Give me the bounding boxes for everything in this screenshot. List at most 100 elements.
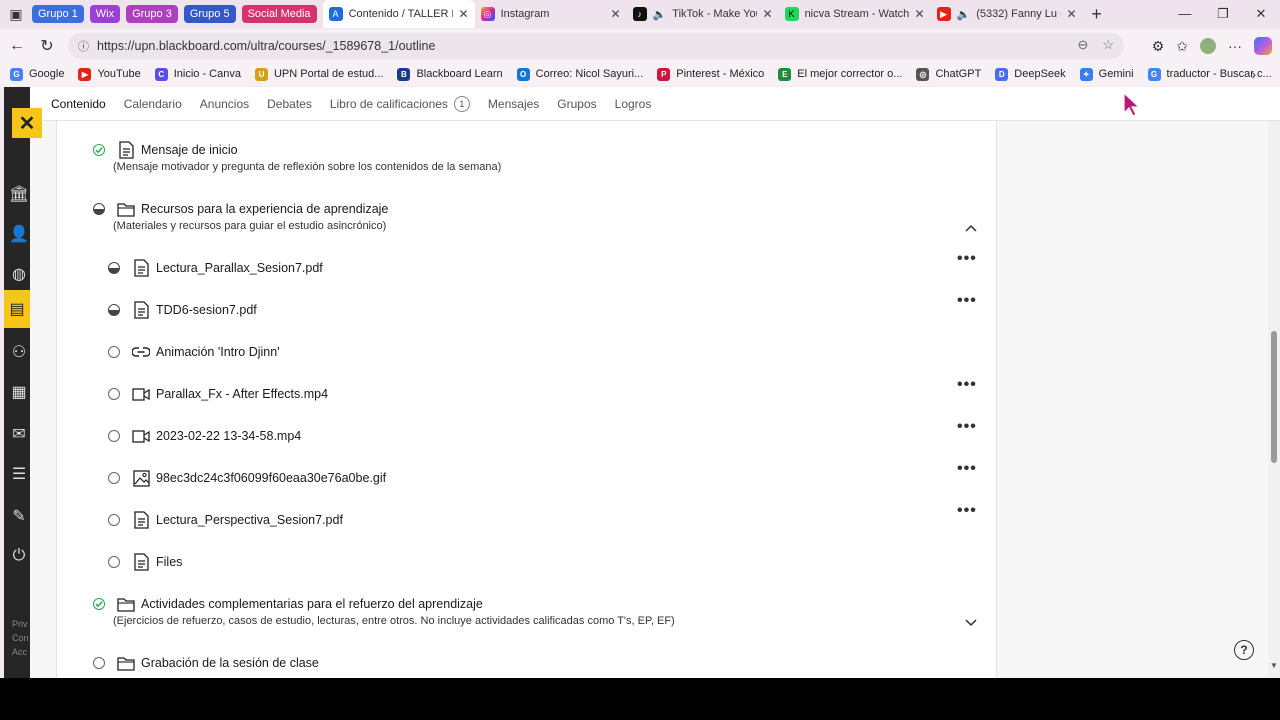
profile-avatar[interactable] xyxy=(1200,38,1216,54)
privacy-link[interactable]: Priv xyxy=(12,617,29,631)
content-item[interactable]: Files xyxy=(108,553,182,571)
close-tab-icon[interactable]: ✕ xyxy=(763,7,773,21)
item-title[interactable]: 98ec3dc24c3f06099f60eaa30e76a0be.gif xyxy=(156,471,386,485)
close-tab-icon[interactable]: ✕ xyxy=(459,7,469,21)
refresh-icon[interactable]: ↻ xyxy=(32,36,62,56)
item-title[interactable]: Animación 'Intro Djinn' xyxy=(156,345,280,359)
section-mensaje-de-inicio[interactable]: Mensaje de inicio xyxy=(93,141,238,159)
accessibility-link[interactable]: Acc xyxy=(12,645,29,659)
minimize-icon[interactable]: — xyxy=(1166,0,1204,28)
speaker-icon[interactable]: 🔈 xyxy=(653,8,667,21)
close-tab-icon[interactable]: ✕ xyxy=(611,7,621,21)
item-title[interactable]: Mensaje de inicio xyxy=(141,143,238,157)
messages-icon[interactable]: ✉ xyxy=(8,423,30,445)
content-item[interactable]: Lectura_Parallax_Sesion7.pdf xyxy=(108,259,323,277)
new-tab-button[interactable]: + xyxy=(1083,4,1111,25)
back-icon[interactable]: ← xyxy=(2,37,32,55)
tab-group-grupo-3[interactable]: Grupo 3 xyxy=(126,5,178,23)
content-item[interactable]: 2023-02-22 13-34-58.mp4 xyxy=(108,427,301,445)
address-bar[interactable]: ⓘ https://upn.blackboard.com/ultra/cours… xyxy=(68,33,1124,59)
page-scrollbar[interactable]: ▲ ▼ xyxy=(1268,87,1280,678)
bookmark-item[interactable]: G Google xyxy=(10,67,64,81)
tab-group-wix[interactable]: Wix xyxy=(89,5,121,23)
speaker-icon[interactable]: 🔈 xyxy=(957,8,971,21)
content-item[interactable]: Animación 'Intro Djinn' xyxy=(108,343,280,361)
tab-contenido[interactable]: A Contenido / TALLER DE ✕ xyxy=(322,0,475,28)
more-options-button[interactable]: ••• xyxy=(957,419,977,435)
bookmark-item[interactable]: B Blackboard Learn xyxy=(397,67,503,81)
courses-nav-active[interactable]: ▤ xyxy=(4,290,30,328)
close-course-button[interactable]: ✕ xyxy=(12,108,42,138)
zoom-icon[interactable]: ⊖ xyxy=(1077,37,1088,53)
extensions-icon[interactable]: ⚙ xyxy=(1152,38,1165,55)
bookmark-item[interactable]: C Inicio - Canva xyxy=(154,67,241,81)
chevron-down-icon[interactable] xyxy=(964,615,978,629)
sign-out-icon[interactable]: ⏻ xyxy=(8,545,30,567)
tab-debates[interactable]: Debates xyxy=(267,97,312,111)
content-item[interactable]: Lectura_Perspectiva_Sesion7.pdf xyxy=(108,511,343,529)
more-menu-icon[interactable]: ··· xyxy=(1228,38,1242,54)
item-title[interactable]: Lectura_Parallax_Sesion7.pdf xyxy=(156,261,323,275)
more-options-button[interactable]: ••• xyxy=(957,503,977,519)
scrollbar-thumb[interactable] xyxy=(1271,331,1277,463)
section-grabacion[interactable]: Grabación de la sesión de clase xyxy=(93,654,319,672)
organizations-icon[interactable]: ⚇ xyxy=(8,341,30,363)
content-item[interactable]: TDD6-sesion7.pdf xyxy=(108,301,257,319)
institution-icon[interactable]: 🏛 xyxy=(8,183,30,205)
more-options-button[interactable]: ••• xyxy=(957,377,977,393)
copilot-icon[interactable] xyxy=(1254,37,1272,55)
bookmarks-overflow-icon[interactable]: › xyxy=(1251,66,1256,82)
item-title[interactable]: Recursos para la experiencia de aprendiz… xyxy=(141,202,388,216)
more-options-button[interactable]: ••• xyxy=(957,251,977,267)
tab-group-social-media[interactable]: Social Media xyxy=(241,5,317,23)
content-item[interactable]: Parallax_Fx - After Effects.mp4 xyxy=(108,385,328,403)
bookmark-item[interactable]: ◎ ChatGPT xyxy=(916,67,981,81)
bookmark-item[interactable]: ▶ YouTube xyxy=(78,67,141,81)
bookmark-item[interactable]: D DeepSeek xyxy=(995,67,1066,81)
restore-icon[interactable]: ❐ xyxy=(1204,0,1242,28)
tab-youtube[interactable]: ▶ 🔈 (5332) Fanny Lu - ✕ xyxy=(931,0,1083,28)
item-title[interactable]: Parallax_Fx - After Effects.mp4 xyxy=(156,387,328,401)
more-options-button[interactable]: ••• xyxy=(957,293,977,309)
terms-link[interactable]: Con xyxy=(12,631,29,645)
profile-icon[interactable]: 👤 xyxy=(8,223,30,245)
tab-group-grupo-5[interactable]: Grupo 5 xyxy=(183,5,236,23)
item-title[interactable]: 2023-02-22 13-34-58.mp4 xyxy=(156,429,301,443)
tab-instagram[interactable]: ◎ Instagram ✕ xyxy=(475,0,627,28)
section-recursos[interactable]: Recursos para la experiencia de aprendiz… xyxy=(93,200,388,218)
item-title[interactable]: Lectura_Perspectiva_Sesion7.pdf xyxy=(156,513,343,527)
favorite-star-icon[interactable]: ☆ xyxy=(1102,37,1114,53)
tab-kick[interactable]: K nicva Stream - Watch Li ✕ xyxy=(779,0,931,28)
tab-anuncios[interactable]: Anuncios xyxy=(200,97,249,111)
item-title[interactable]: TDD6-sesion7.pdf xyxy=(156,303,257,317)
tab-tiktok[interactable]: ♪ 🔈 TikTok - Make You ✕ xyxy=(627,0,779,28)
item-title[interactable]: Files xyxy=(156,555,182,569)
close-tab-icon[interactable]: ✕ xyxy=(915,7,925,21)
tab-calendario[interactable]: Calendario xyxy=(124,97,182,111)
favorites-icon[interactable]: ✩ xyxy=(1176,38,1188,55)
help-button[interactable]: ? xyxy=(1234,640,1254,660)
grades-icon[interactable]: ☰ xyxy=(8,463,30,485)
tab-libro-de-calificaciones[interactable]: Libro de calificaciones 1 xyxy=(330,95,470,112)
globe-icon[interactable]: ◍ xyxy=(8,263,30,285)
url-text[interactable]: https://upn.blackboard.com/ultra/courses… xyxy=(97,39,435,53)
scroll-down-icon[interactable]: ▼ xyxy=(1270,661,1278,670)
tab-contenido[interactable]: Contenido xyxy=(51,97,106,111)
bookmark-item[interactable]: E El mejor corrector o... xyxy=(778,67,902,81)
bookmark-item[interactable]: O Correo: Nicol Sayuri... xyxy=(516,67,643,81)
calendar-icon[interactable]: ▦ xyxy=(8,381,30,403)
bookmark-item[interactable]: U UPN Portal de estud... xyxy=(254,67,383,81)
tools-icon[interactable]: ✎ xyxy=(8,505,30,527)
tab-grupos[interactable]: Grupos xyxy=(557,97,596,111)
item-title[interactable]: Grabación de la sesión de clase xyxy=(141,656,319,670)
content-item[interactable]: 98ec3dc24c3f06099f60eaa30e76a0be.gif xyxy=(108,469,386,487)
more-options-button[interactable]: ••• xyxy=(957,461,977,477)
section-actividades-complementarias[interactable]: Actividades complementarias para el refu… xyxy=(93,595,483,613)
bookmark-item[interactable]: P Pinterest - México xyxy=(657,67,764,81)
site-info-icon[interactable]: ⓘ xyxy=(78,38,89,54)
tab-group-grupo-1[interactable]: Grupo 1 xyxy=(32,5,84,23)
chevron-up-icon[interactable] xyxy=(964,221,978,235)
close-window-icon[interactable]: ✕ xyxy=(1242,0,1280,28)
close-tab-icon[interactable]: ✕ xyxy=(1067,7,1077,21)
tab-actions-icon[interactable]: ▣ xyxy=(0,0,32,28)
